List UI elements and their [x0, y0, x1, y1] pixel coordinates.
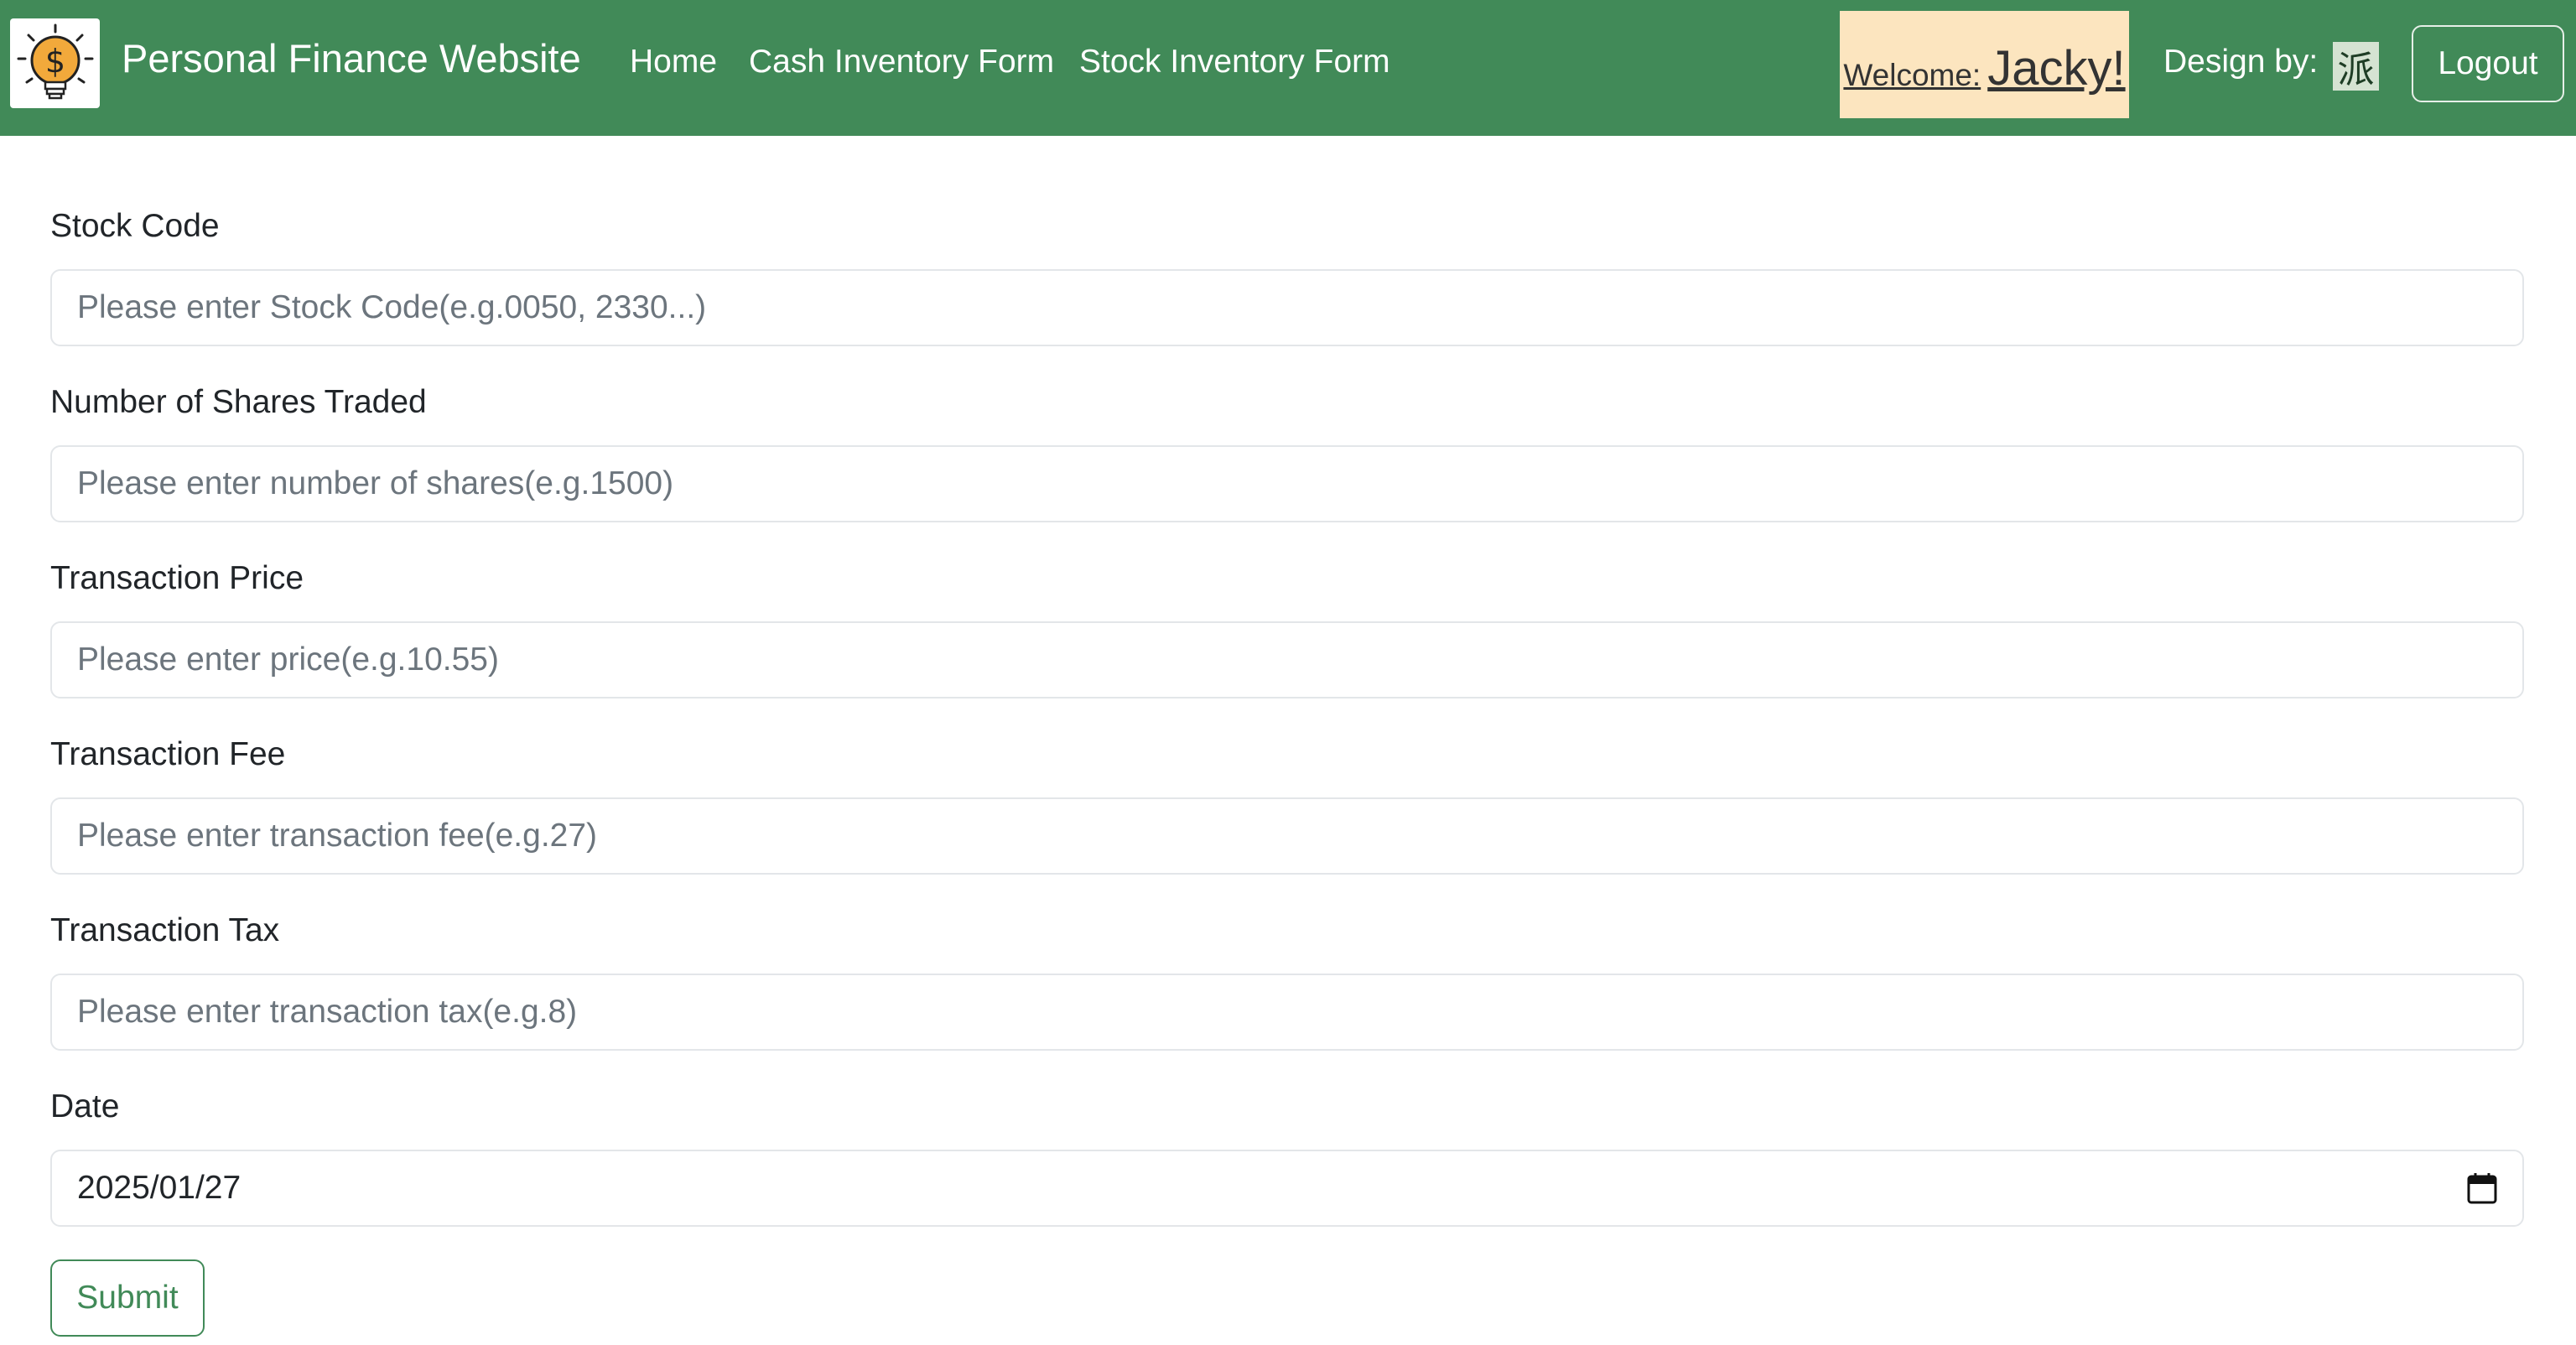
transaction-fee-label: Transaction Fee	[50, 736, 286, 772]
brand-logo-icon[interactable]: $	[10, 18, 100, 108]
submit-button[interactable]: Submit	[50, 1259, 205, 1337]
date-value[interactable]: 2025/01/27	[77, 1170, 241, 1207]
welcome-banner: Welcome: Jacky!	[1840, 11, 2129, 118]
svg-text:$: $	[44, 43, 65, 80]
transaction-price-label: Transaction Price	[50, 560, 304, 596]
nav-link-cash-inventory-form[interactable]: Cash Inventory Form	[749, 44, 1054, 80]
transaction-price-input[interactable]	[50, 621, 2524, 698]
stock-code-label: Stock Code	[50, 208, 220, 244]
calendar-icon[interactable]	[2467, 1172, 2497, 1204]
date-input[interactable]: 2025/01/27	[50, 1150, 2524, 1227]
brand-title[interactable]: Personal Finance Website	[122, 35, 581, 81]
transaction-fee-input[interactable]	[50, 797, 2524, 875]
logout-button[interactable]: Logout	[2412, 25, 2564, 102]
stock-code-input[interactable]	[50, 269, 2524, 346]
transaction-tax-input[interactable]	[50, 974, 2524, 1051]
shares-traded-label: Number of Shares Traded	[50, 384, 427, 420]
design-by-label: Design by:	[2163, 44, 2319, 80]
welcome-label: Welcome:	[1843, 58, 1981, 92]
designer-logo: 派	[2333, 42, 2379, 91]
nav-link-home[interactable]: Home	[630, 44, 717, 80]
navbar: $ Personal Finance Website Home Cash Inv…	[0, 0, 2576, 136]
nav-link-stock-inventory-form[interactable]: Stock Inventory Form	[1079, 44, 1390, 80]
shares-traded-input[interactable]	[50, 445, 2524, 522]
welcome-username[interactable]: Jacky!	[1987, 44, 2125, 93]
transaction-tax-label: Transaction Tax	[50, 912, 280, 948]
date-label: Date	[50, 1088, 120, 1124]
